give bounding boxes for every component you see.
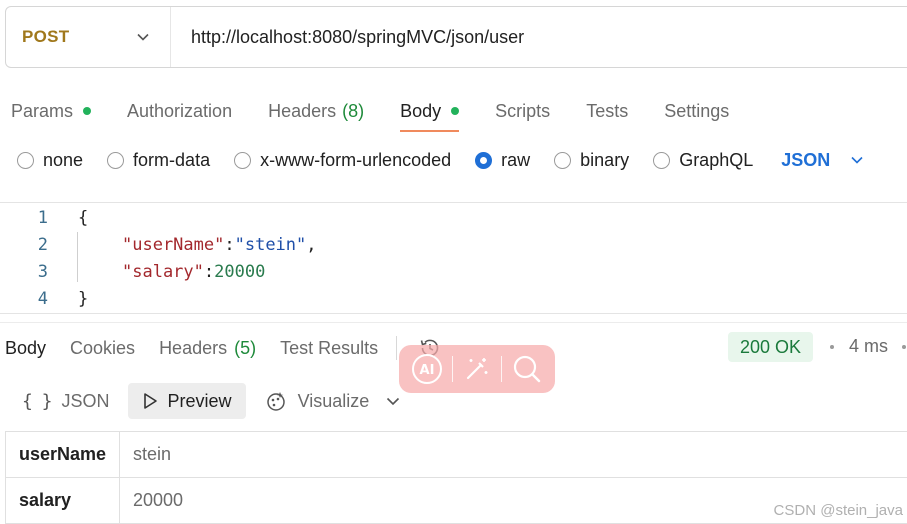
radio-circle-checked[interactable] <box>475 151 493 169</box>
response-tab-cookies[interactable]: Cookies <box>70 338 135 359</box>
editor-line: 2 "userName":"stein", <box>0 231 317 258</box>
json-view-button[interactable]: { } JSON <box>14 383 118 419</box>
tab-label: Headers <box>159 337 228 358</box>
language-label: JSON <box>781 149 831 170</box>
indent-guide <box>77 232 78 282</box>
table-key-cell: salary <box>5 478 120 523</box>
params-indicator-dot <box>83 107 92 115</box>
tab-body[interactable]: Body <box>400 92 460 132</box>
table-value-cell: stein <box>133 444 172 464</box>
radio-label: none <box>43 149 84 170</box>
response-tab-body[interactable]: Body <box>5 338 46 359</box>
radio-raw[interactable]: raw <box>475 150 530 171</box>
editor-line: 4 } <box>0 285 89 312</box>
view-mode-bar: { } JSON Preview Visualize <box>14 383 401 419</box>
response-tabs: Body Cookies Headers (5) Test Results <box>5 333 443 363</box>
url-input[interactable]: http://localhost:8080/springMVC/json/use… <box>191 27 524 48</box>
method-select[interactable]: POST <box>6 7 171 67</box>
line-number: 2 <box>37 234 48 255</box>
tab-scripts[interactable]: Scripts <box>495 92 550 130</box>
language-select[interactable]: JSON <box>781 150 864 171</box>
method-label: POST <box>22 27 70 46</box>
view-label: Visualize <box>297 390 370 411</box>
line-number: 3 <box>37 261 48 282</box>
search-icon[interactable] <box>507 349 547 389</box>
request-tabs: Params Authorization Headers (8) Body Sc… <box>11 92 765 132</box>
code-editor[interactable]: 1 { 2 "userName":"stein", 3 "salary":200… <box>0 204 907 312</box>
radio-label: binary <box>580 149 630 170</box>
table-key-cell: userName <box>5 432 120 477</box>
body-type-options: none form-data x-www-form-urlencoded raw… <box>17 146 864 174</box>
body-indicator-dot <box>451 107 460 115</box>
url-bar: POST http://localhost:8080/springMVC/jso… <box>5 6 907 68</box>
magic-wand-icon[interactable] <box>457 349 497 389</box>
divider <box>0 313 907 314</box>
editor-line: 3 "salary":20000 <box>0 258 266 285</box>
code-text: "salary":20000 <box>122 261 266 282</box>
divider <box>0 202 907 203</box>
view-label: JSON <box>61 390 110 411</box>
code-text: "userName":"stein", <box>122 234 317 255</box>
radio-none[interactable]: none <box>17 150 83 171</box>
tab-label: Authorization <box>127 100 233 121</box>
view-label: Preview <box>167 390 232 411</box>
response-tab-headers[interactable]: Headers (5) <box>159 338 256 359</box>
code-text: } <box>78 288 89 309</box>
separator <box>451 356 453 382</box>
tab-tests[interactable]: Tests <box>586 92 628 130</box>
table-row: salary 20000 <box>5 478 907 524</box>
visualize-view-button[interactable]: Visualize <box>256 383 378 419</box>
tab-label: Scripts <box>495 100 551 121</box>
floating-ai-toolbar: AI <box>399 345 555 393</box>
line-number: 4 <box>37 288 48 309</box>
preview-view-button[interactable]: Preview <box>127 383 246 419</box>
headers-count: (5) <box>234 337 257 358</box>
radio-label: form-data <box>133 149 211 170</box>
tab-label: Params <box>11 100 74 121</box>
headers-count: (8) <box>342 100 365 121</box>
radio-label: x-www-form-urlencoded <box>260 149 452 170</box>
tab-authorization[interactable]: Authorization <box>127 92 232 130</box>
radio-label: raw <box>501 149 531 170</box>
line-number: 1 <box>37 207 48 228</box>
visualize-icon <box>264 389 288 413</box>
radio-binary[interactable]: binary <box>554 150 629 171</box>
separator-dot <box>902 345 906 349</box>
chevron-down-icon <box>136 30 150 44</box>
radio-circle[interactable] <box>17 151 34 169</box>
tab-headers[interactable]: Headers (8) <box>268 92 364 130</box>
tab-label: Tests <box>586 100 629 121</box>
separator <box>501 356 503 382</box>
tab-params[interactable]: Params <box>11 92 92 130</box>
preview-table: userName stein salary 20000 <box>5 431 907 524</box>
separator-dot <box>830 345 834 349</box>
divider <box>0 322 907 323</box>
status-badge[interactable]: 200 OK <box>728 332 814 362</box>
response-time[interactable]: 4 ms <box>849 336 888 357</box>
watermark: CSDN @stein_java <box>773 502 903 519</box>
code-text: { <box>78 207 89 228</box>
tab-label: Body <box>400 100 442 121</box>
response-tab-test-results[interactable]: Test Results <box>280 338 378 359</box>
svg-text:AI: AI <box>420 363 435 378</box>
radio-graphql[interactable]: GraphQL <box>653 150 753 171</box>
radio-circle[interactable] <box>554 151 572 169</box>
tab-settings[interactable]: Settings <box>664 92 729 130</box>
braces-icon: { } <box>22 390 52 412</box>
ai-icon[interactable]: AI <box>407 349 447 389</box>
radio-label: GraphQL <box>679 149 754 170</box>
radio-x-www-form-urlencoded[interactable]: x-www-form-urlencoded <box>234 150 451 171</box>
tab-label: Settings <box>664 100 730 121</box>
chevron-down-icon[interactable] <box>385 393 401 409</box>
editor-line: 1 { <box>0 204 89 231</box>
table-row: userName stein <box>5 432 907 478</box>
play-icon <box>142 392 158 410</box>
radio-form-data[interactable]: form-data <box>107 150 210 171</box>
radio-circle[interactable] <box>653 151 671 169</box>
separator <box>396 336 398 360</box>
radio-circle[interactable] <box>107 151 125 169</box>
tab-label: Headers <box>268 100 337 121</box>
radio-circle[interactable] <box>234 151 252 169</box>
chevron-down-icon <box>850 153 864 167</box>
